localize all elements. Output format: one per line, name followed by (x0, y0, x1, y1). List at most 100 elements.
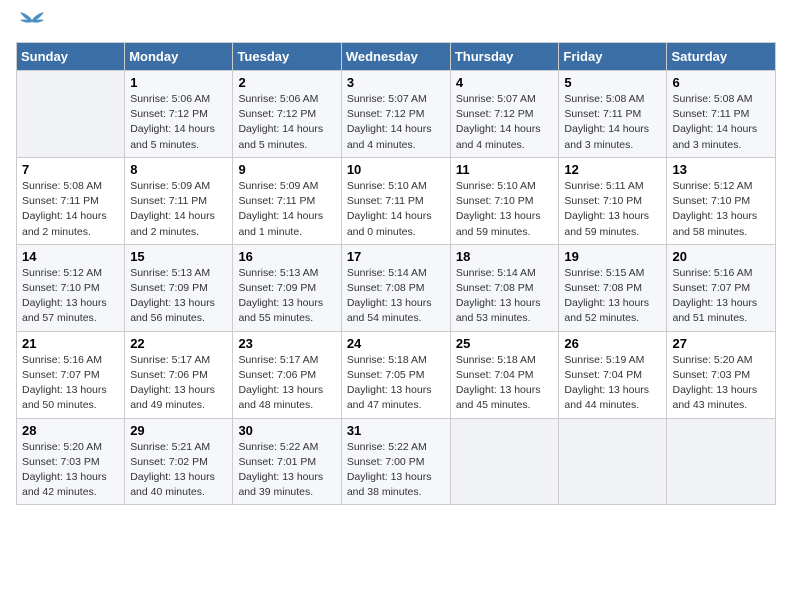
day-detail: Sunrise: 5:10 AMSunset: 7:10 PMDaylight:… (456, 179, 554, 240)
day-detail: Sunrise: 5:17 AMSunset: 7:06 PMDaylight:… (130, 353, 227, 414)
calendar-cell: 12 Sunrise: 5:11 AMSunset: 7:10 PMDaylig… (559, 157, 667, 244)
day-detail: Sunrise: 5:10 AMSunset: 7:11 PMDaylight:… (347, 179, 445, 240)
calendar-cell: 11 Sunrise: 5:10 AMSunset: 7:10 PMDaylig… (450, 157, 559, 244)
day-detail: Sunrise: 5:08 AMSunset: 7:11 PMDaylight:… (672, 92, 770, 153)
calendar-week-row: 1 Sunrise: 5:06 AMSunset: 7:12 PMDayligh… (17, 71, 776, 158)
day-detail: Sunrise: 5:20 AMSunset: 7:03 PMDaylight:… (22, 440, 119, 501)
calendar-week-row: 21 Sunrise: 5:16 AMSunset: 7:07 PMDaylig… (17, 331, 776, 418)
calendar-cell (450, 418, 559, 505)
day-number: 6 (672, 75, 770, 90)
day-number: 30 (238, 423, 335, 438)
day-detail: Sunrise: 5:08 AMSunset: 7:11 PMDaylight:… (22, 179, 119, 240)
day-number: 25 (456, 336, 554, 351)
day-number: 28 (22, 423, 119, 438)
day-number: 7 (22, 162, 119, 177)
calendar-cell: 23 Sunrise: 5:17 AMSunset: 7:06 PMDaylig… (233, 331, 341, 418)
calendar-cell: 4 Sunrise: 5:07 AMSunset: 7:12 PMDayligh… (450, 71, 559, 158)
calendar-cell: 3 Sunrise: 5:07 AMSunset: 7:12 PMDayligh… (341, 71, 450, 158)
day-detail: Sunrise: 5:06 AMSunset: 7:12 PMDaylight:… (130, 92, 227, 153)
day-number: 18 (456, 249, 554, 264)
day-number: 1 (130, 75, 227, 90)
day-number: 12 (564, 162, 661, 177)
calendar-cell: 1 Sunrise: 5:06 AMSunset: 7:12 PMDayligh… (125, 71, 233, 158)
calendar-cell (667, 418, 776, 505)
weekday-header-friday: Friday (559, 43, 667, 71)
calendar-cell: 29 Sunrise: 5:21 AMSunset: 7:02 PMDaylig… (125, 418, 233, 505)
weekday-header-thursday: Thursday (450, 43, 559, 71)
day-number: 17 (347, 249, 445, 264)
day-number: 19 (564, 249, 661, 264)
day-number: 31 (347, 423, 445, 438)
day-detail: Sunrise: 5:09 AMSunset: 7:11 PMDaylight:… (130, 179, 227, 240)
day-detail: Sunrise: 5:14 AMSunset: 7:08 PMDaylight:… (456, 266, 554, 327)
logo-bird-icon (18, 12, 46, 32)
calendar-cell: 2 Sunrise: 5:06 AMSunset: 7:12 PMDayligh… (233, 71, 341, 158)
calendar-cell (559, 418, 667, 505)
weekday-header-saturday: Saturday (667, 43, 776, 71)
calendar-cell: 27 Sunrise: 5:20 AMSunset: 7:03 PMDaylig… (667, 331, 776, 418)
day-detail: Sunrise: 5:16 AMSunset: 7:07 PMDaylight:… (22, 353, 119, 414)
day-number: 29 (130, 423, 227, 438)
calendar-cell: 16 Sunrise: 5:13 AMSunset: 7:09 PMDaylig… (233, 244, 341, 331)
day-detail: Sunrise: 5:07 AMSunset: 7:12 PMDaylight:… (347, 92, 445, 153)
day-detail: Sunrise: 5:13 AMSunset: 7:09 PMDaylight:… (238, 266, 335, 327)
calendar-week-row: 28 Sunrise: 5:20 AMSunset: 7:03 PMDaylig… (17, 418, 776, 505)
day-number: 24 (347, 336, 445, 351)
day-number: 16 (238, 249, 335, 264)
calendar-cell: 21 Sunrise: 5:16 AMSunset: 7:07 PMDaylig… (17, 331, 125, 418)
page-header (16, 16, 776, 32)
day-number: 2 (238, 75, 335, 90)
calendar-cell: 13 Sunrise: 5:12 AMSunset: 7:10 PMDaylig… (667, 157, 776, 244)
day-number: 26 (564, 336, 661, 351)
calendar-cell: 22 Sunrise: 5:17 AMSunset: 7:06 PMDaylig… (125, 331, 233, 418)
calendar-cell: 8 Sunrise: 5:09 AMSunset: 7:11 PMDayligh… (125, 157, 233, 244)
day-detail: Sunrise: 5:22 AMSunset: 7:01 PMDaylight:… (238, 440, 335, 501)
day-number: 27 (672, 336, 770, 351)
calendar-cell: 24 Sunrise: 5:18 AMSunset: 7:05 PMDaylig… (341, 331, 450, 418)
day-detail: Sunrise: 5:20 AMSunset: 7:03 PMDaylight:… (672, 353, 770, 414)
weekday-header-monday: Monday (125, 43, 233, 71)
day-detail: Sunrise: 5:21 AMSunset: 7:02 PMDaylight:… (130, 440, 227, 501)
calendar-table: SundayMondayTuesdayWednesdayThursdayFrid… (16, 42, 776, 505)
day-detail: Sunrise: 5:13 AMSunset: 7:09 PMDaylight:… (130, 266, 227, 327)
calendar-cell: 30 Sunrise: 5:22 AMSunset: 7:01 PMDaylig… (233, 418, 341, 505)
day-number: 22 (130, 336, 227, 351)
day-detail: Sunrise: 5:16 AMSunset: 7:07 PMDaylight:… (672, 266, 770, 327)
day-detail: Sunrise: 5:07 AMSunset: 7:12 PMDaylight:… (456, 92, 554, 153)
calendar-cell: 6 Sunrise: 5:08 AMSunset: 7:11 PMDayligh… (667, 71, 776, 158)
day-number: 21 (22, 336, 119, 351)
day-number: 5 (564, 75, 661, 90)
day-detail: Sunrise: 5:09 AMSunset: 7:11 PMDaylight:… (238, 179, 335, 240)
weekday-header-sunday: Sunday (17, 43, 125, 71)
day-number: 20 (672, 249, 770, 264)
calendar-week-row: 7 Sunrise: 5:08 AMSunset: 7:11 PMDayligh… (17, 157, 776, 244)
day-detail: Sunrise: 5:06 AMSunset: 7:12 PMDaylight:… (238, 92, 335, 153)
weekday-header-row: SundayMondayTuesdayWednesdayThursdayFrid… (17, 43, 776, 71)
calendar-cell: 7 Sunrise: 5:08 AMSunset: 7:11 PMDayligh… (17, 157, 125, 244)
day-detail: Sunrise: 5:17 AMSunset: 7:06 PMDaylight:… (238, 353, 335, 414)
day-number: 13 (672, 162, 770, 177)
day-detail: Sunrise: 5:08 AMSunset: 7:11 PMDaylight:… (564, 92, 661, 153)
day-number: 15 (130, 249, 227, 264)
day-detail: Sunrise: 5:12 AMSunset: 7:10 PMDaylight:… (22, 266, 119, 327)
day-detail: Sunrise: 5:19 AMSunset: 7:04 PMDaylight:… (564, 353, 661, 414)
day-detail: Sunrise: 5:11 AMSunset: 7:10 PMDaylight:… (564, 179, 661, 240)
day-number: 3 (347, 75, 445, 90)
calendar-cell: 26 Sunrise: 5:19 AMSunset: 7:04 PMDaylig… (559, 331, 667, 418)
day-detail: Sunrise: 5:12 AMSunset: 7:10 PMDaylight:… (672, 179, 770, 240)
day-detail: Sunrise: 5:18 AMSunset: 7:05 PMDaylight:… (347, 353, 445, 414)
day-number: 11 (456, 162, 554, 177)
day-number: 10 (347, 162, 445, 177)
day-number: 4 (456, 75, 554, 90)
day-detail: Sunrise: 5:18 AMSunset: 7:04 PMDaylight:… (456, 353, 554, 414)
weekday-header-wednesday: Wednesday (341, 43, 450, 71)
day-detail: Sunrise: 5:14 AMSunset: 7:08 PMDaylight:… (347, 266, 445, 327)
calendar-cell: 19 Sunrise: 5:15 AMSunset: 7:08 PMDaylig… (559, 244, 667, 331)
day-detail: Sunrise: 5:22 AMSunset: 7:00 PMDaylight:… (347, 440, 445, 501)
weekday-header-tuesday: Tuesday (233, 43, 341, 71)
calendar-cell: 18 Sunrise: 5:14 AMSunset: 7:08 PMDaylig… (450, 244, 559, 331)
calendar-cell (17, 71, 125, 158)
day-number: 9 (238, 162, 335, 177)
calendar-cell: 10 Sunrise: 5:10 AMSunset: 7:11 PMDaylig… (341, 157, 450, 244)
day-number: 23 (238, 336, 335, 351)
